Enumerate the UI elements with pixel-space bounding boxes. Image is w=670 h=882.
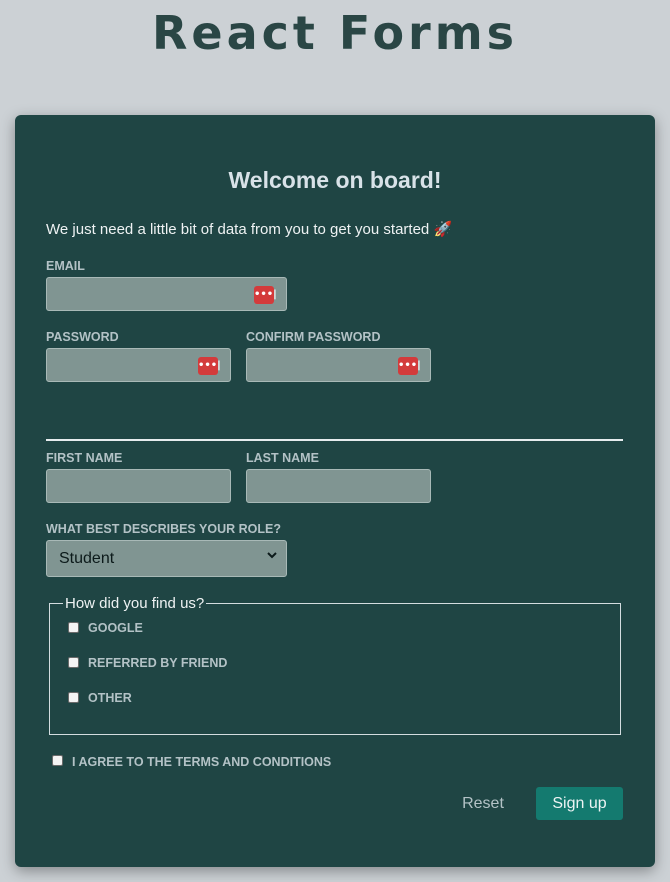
other-checkbox[interactable] xyxy=(68,692,79,703)
password-manager-icon[interactable]: •••| xyxy=(198,357,221,375)
google-label: GOOGLE xyxy=(88,621,143,635)
role-select[interactable]: Student xyxy=(46,540,287,577)
source-legend: How did you find us? xyxy=(63,595,207,612)
chevron-down-icon xyxy=(266,549,278,564)
last-name-field[interactable] xyxy=(246,469,431,503)
password-manager-icon[interactable]: •••| xyxy=(254,286,277,304)
first-name-field[interactable] xyxy=(46,469,231,503)
terms-label: I AGREE TO THE TERMS AND CONDITIONS xyxy=(72,755,332,769)
rocket-icon: 🚀 xyxy=(433,221,453,238)
intro-text: We just need a little bit of data from y… xyxy=(46,220,452,238)
section-divider xyxy=(46,439,623,441)
email-label: EMAIL xyxy=(46,259,85,273)
role-selected-value: Student xyxy=(59,550,115,567)
role-label: WHAT BEST DESCRIBES YOUR ROLE? xyxy=(46,522,281,536)
referred-by-friend-checkbox[interactable] xyxy=(68,657,79,668)
other-label: OTHER xyxy=(88,691,132,705)
email-field[interactable]: •••| xyxy=(46,277,287,311)
referred-by-friend-label: REFERRED BY FRIEND xyxy=(88,656,228,670)
terms-checkbox[interactable] xyxy=(52,755,63,766)
first-name-label: FIRST NAME xyxy=(46,451,123,465)
confirm-password-label: CONFIRM PASSWORD xyxy=(246,330,381,344)
last-name-label: LAST NAME xyxy=(246,451,319,465)
signup-card: Welcome on board! We just need a little … xyxy=(15,115,655,867)
google-checkbox[interactable] xyxy=(68,622,79,633)
password-field[interactable]: •••| xyxy=(46,348,231,382)
reset-button[interactable]: Reset xyxy=(450,787,516,821)
password-manager-icon[interactable]: •••| xyxy=(398,357,421,375)
password-label: PASSWORD xyxy=(46,330,119,344)
confirm-password-field[interactable]: •••| xyxy=(246,348,431,382)
intro-message: We just need a little bit of data from y… xyxy=(46,221,430,238)
form-heading: Welcome on board! xyxy=(228,167,442,193)
signup-button[interactable]: Sign up xyxy=(536,787,623,820)
app-title: React Forms xyxy=(151,6,519,60)
